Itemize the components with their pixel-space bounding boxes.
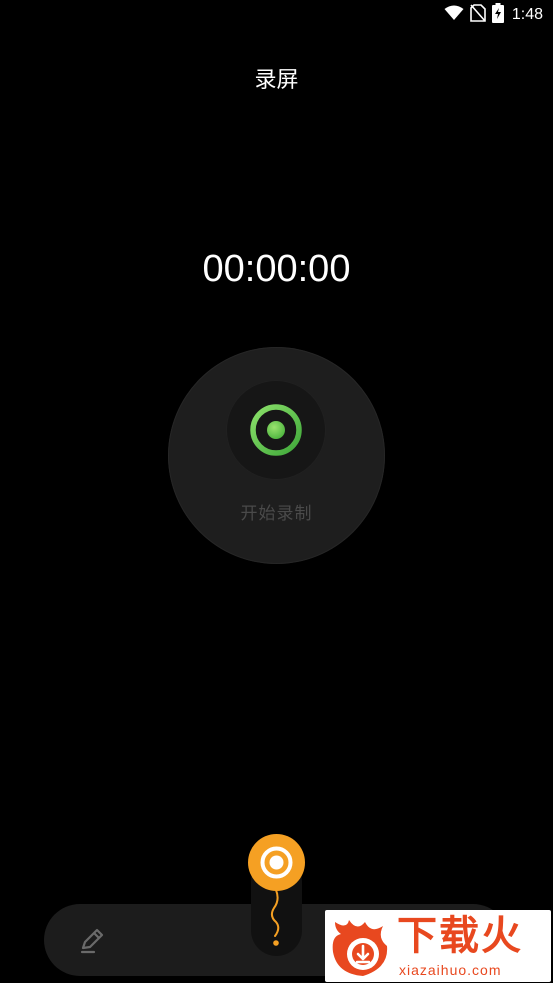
no-sim-icon (470, 4, 486, 26)
floating-record-button[interactable] (248, 834, 305, 891)
record-icon (250, 404, 302, 456)
flame-logo-icon (332, 920, 388, 976)
floating-handle-tail (270, 889, 280, 946)
start-recording-button[interactable]: 开始录制 (168, 347, 385, 564)
wifi-icon (444, 5, 464, 25)
status-bar: 1:48 (0, 0, 553, 30)
watermark-url: xiazaihuo.com (399, 962, 502, 978)
record-icon-holder (227, 381, 325, 479)
watermark-text: 下载火 (397, 913, 523, 959)
watermark-badge: 下载火 xiazaihuo.com (325, 910, 551, 982)
pen-icon[interactable] (74, 922, 110, 958)
battery-charging-icon (491, 3, 504, 27)
status-time: 1:48 (511, 6, 543, 23)
record-icon (260, 846, 293, 879)
recording-timer: 00:00:00 (202, 248, 351, 290)
start-recording-label: 开始录制 (240, 504, 313, 524)
status-icons: 1:48 (444, 3, 543, 27)
page-title: 录屏 (254, 68, 299, 93)
